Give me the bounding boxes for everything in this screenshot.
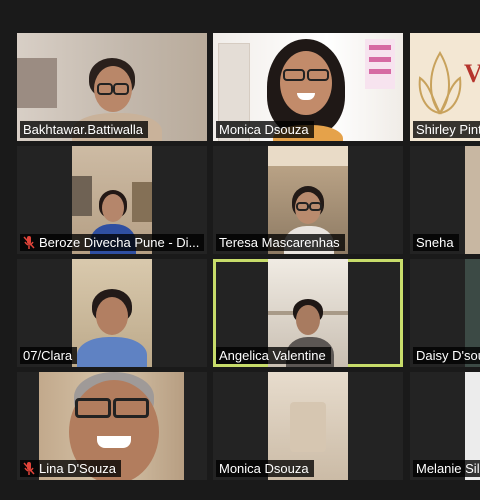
participant-tile[interactable]: Daisy D'sou (410, 259, 480, 367)
bottom-toolbar (0, 484, 480, 500)
participant-name: Angelica Valentine (216, 347, 331, 364)
participant-name: Daisy D'sou (413, 347, 480, 364)
participant-name: Beroze Divecha Pune - Di... (20, 234, 205, 251)
participant-name: Melanie Sil (413, 460, 480, 477)
participant-name: Monica Dsouza (216, 460, 314, 477)
participant-tile-active-speaker[interactable]: Angelica Valentine (213, 259, 403, 367)
participant-name: Monica Dsouza (216, 121, 314, 138)
participant-name: Bakhtawar.Battiwalla (20, 121, 148, 138)
microphone-muted-icon (23, 462, 35, 475)
participant-tile[interactable]: Sneha (410, 146, 480, 254)
participant-tile[interactable]: Melanie Sil (410, 372, 480, 480)
logo-text: V (464, 59, 480, 88)
participant-name: Shirley Pint (413, 121, 480, 138)
participant-tile[interactable]: Monica Dsouza (213, 33, 403, 141)
participant-name: 07/Clara (20, 347, 78, 364)
participant-tile[interactable]: Teresa Mascarenhas (213, 146, 403, 254)
participant-tile[interactable]: Lina D'Souza (17, 372, 207, 480)
participant-video (465, 146, 480, 254)
participant-name: Lina D'Souza (20, 460, 121, 477)
participant-video (72, 259, 152, 367)
top-toolbar (0, 0, 480, 30)
participant-tile[interactable]: Beroze Divecha Pune - Di... (17, 146, 207, 254)
participant-name: Teresa Mascarenhas (216, 234, 345, 251)
microphone-muted-icon (23, 236, 35, 249)
participant-name: Sneha (413, 234, 459, 251)
participant-tile[interactable]: 07/Clara (17, 259, 207, 367)
participant-tile[interactable]: Monica Dsouza (213, 372, 403, 480)
participant-tile[interactable]: Bakhtawar.Battiwalla (17, 33, 207, 141)
participant-tile[interactable]: V Shirley Pint (410, 33, 480, 141)
